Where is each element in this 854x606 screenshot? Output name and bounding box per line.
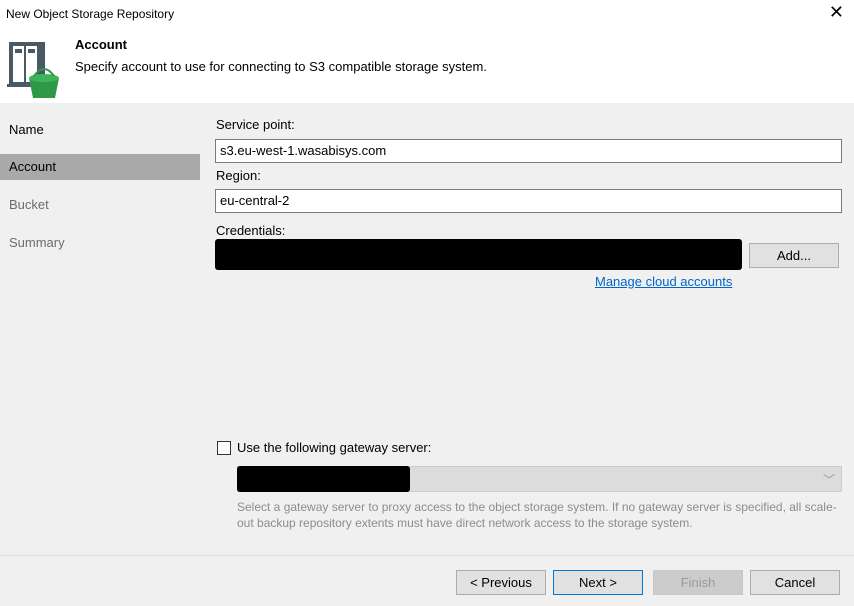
service-point-input[interactable]: s3.eu-west-1.wasabisys.com	[215, 139, 842, 163]
credentials-select-redacted[interactable]	[215, 239, 742, 270]
credentials-label: Credentials:	[216, 223, 286, 238]
close-icon[interactable]: ✕	[829, 3, 844, 21]
step-bucket: Bucket	[9, 197, 49, 212]
cancel-button[interactable]: Cancel	[750, 570, 840, 595]
step-summary: Summary	[9, 235, 65, 250]
title-bar: New Object Storage Repository ✕	[0, 0, 854, 28]
account-form: Service point: s3.eu-west-1.wasabisys.co…	[201, 103, 854, 555]
step-name[interactable]: Name	[0, 117, 200, 143]
manage-cloud-accounts-link[interactable]: Manage cloud accounts	[595, 274, 732, 289]
next-button[interactable]: Next >	[553, 570, 643, 595]
window-title: New Object Storage Repository	[6, 7, 175, 21]
wizard-header: Account Specify account to use for conne…	[0, 28, 854, 103]
gateway-checkbox-label[interactable]: Use the following gateway server:	[237, 440, 431, 455]
chevron-down-icon: ﹀	[822, 473, 835, 487]
gateway-note: Select a gateway server to proxy access …	[237, 500, 837, 530]
page-description: Specify account to use for connecting to…	[75, 59, 487, 74]
region-label: Region:	[216, 168, 261, 183]
gateway-checkbox[interactable]	[217, 441, 231, 455]
wizard-footer: < Previous Next > Finish Cancel	[0, 555, 854, 606]
step-account[interactable]: Account	[0, 154, 200, 180]
service-point-label: Service point:	[216, 117, 295, 132]
object-storage-repository-icon	[7, 42, 59, 98]
wizard-steps: Name Account Bucket Summary	[0, 103, 201, 555]
add-credentials-button[interactable]: Add...	[749, 243, 839, 268]
gateway-server-redacted	[237, 466, 410, 492]
region-input[interactable]: eu-central-2	[215, 189, 842, 213]
page-title: Account	[75, 37, 127, 52]
finish-button: Finish	[653, 570, 743, 595]
previous-button[interactable]: < Previous	[456, 570, 546, 595]
